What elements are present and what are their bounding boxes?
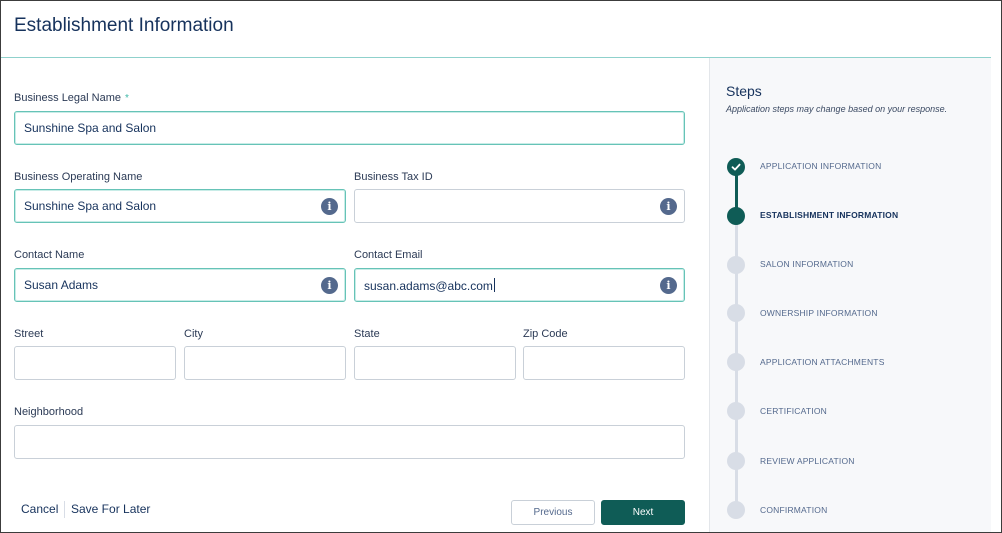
step-6-marker xyxy=(727,402,745,420)
step-2-label: ESTABLISHMENT INFORMATION xyxy=(760,210,899,220)
steps-title: Steps xyxy=(726,83,762,99)
text-caret xyxy=(493,278,495,292)
previous-button[interactable]: Previous xyxy=(511,500,595,525)
step-3-marker xyxy=(727,256,745,274)
business-legal-name-value: Sunshine Spa and Salon xyxy=(24,121,157,135)
business-operating-name-value: Sunshine Spa and Salon xyxy=(24,199,157,213)
contact-email-input[interactable]: susan.adams@abc.com i xyxy=(354,268,685,302)
required-asterisk: * xyxy=(125,93,129,104)
step-5-marker xyxy=(727,353,745,371)
info-icon[interactable]: i xyxy=(660,198,677,215)
steps-panel: Steps Application steps may change based… xyxy=(709,58,991,532)
footer-divider xyxy=(64,501,65,518)
business-tax-id-label: Business Tax ID xyxy=(354,171,433,183)
contact-email-value: susan.adams@abc.com xyxy=(364,279,493,293)
business-legal-name-label-text: Business Legal Name xyxy=(14,92,122,104)
business-operating-name-input[interactable]: Sunshine Spa and Salon i xyxy=(14,189,346,223)
zip-code-label: Zip Code xyxy=(523,328,568,340)
neighborhood-label: Neighborhood xyxy=(14,406,84,418)
contact-name-label: Contact Name xyxy=(14,249,85,261)
step-7-label: REVIEW APPLICATION xyxy=(760,456,855,466)
step-8-marker xyxy=(727,501,745,519)
step-3-label: SALON INFORMATION xyxy=(760,259,854,269)
step-6-label: CERTIFICATION xyxy=(760,406,827,416)
step-8-label: CONFIRMATION xyxy=(760,505,828,515)
street-input[interactable] xyxy=(14,346,176,380)
info-icon[interactable]: i xyxy=(321,277,338,294)
contact-email-label: Contact Email xyxy=(354,249,423,261)
city-input[interactable] xyxy=(184,346,346,380)
city-label: City xyxy=(184,328,203,340)
step-4-label: OWNERSHIP INFORMATION xyxy=(760,308,878,318)
contact-name-value: Susan Adams xyxy=(24,278,99,292)
contact-name-input[interactable]: Susan Adams i xyxy=(14,268,346,302)
app-frame: Establishment Information Business Legal… xyxy=(0,0,1002,533)
contact-email-value-wrap: susan.adams@abc.com xyxy=(364,278,495,293)
step-5-label: APPLICATION ATTACHMENTS xyxy=(760,357,885,367)
info-icon[interactable]: i xyxy=(321,198,338,215)
step-7-marker xyxy=(727,452,745,470)
state-label: State xyxy=(354,328,380,340)
page-title: Establishment Information xyxy=(14,15,234,36)
info-icon[interactable]: i xyxy=(660,277,677,294)
zip-code-input[interactable] xyxy=(523,346,685,380)
state-input[interactable] xyxy=(354,346,516,380)
step-2-marker xyxy=(727,207,745,225)
step-1-marker xyxy=(727,158,745,176)
business-legal-name-label: Business Legal Name * xyxy=(14,92,129,104)
steps-note: Application steps may change based on yo… xyxy=(726,104,948,114)
business-tax-id-input[interactable]: i xyxy=(354,189,685,223)
next-button[interactable]: Next xyxy=(601,500,685,525)
neighborhood-input[interactable] xyxy=(14,425,685,459)
street-label: Street xyxy=(14,328,44,340)
business-legal-name-input[interactable]: Sunshine Spa and Salon xyxy=(14,111,685,145)
cancel-link[interactable]: Cancel xyxy=(21,502,58,516)
step-1-label: APPLICATION INFORMATION xyxy=(760,161,882,171)
save-for-later-link[interactable]: Save For Later xyxy=(71,502,150,516)
business-operating-name-label: Business Operating Name xyxy=(14,171,143,183)
checkmark-icon xyxy=(731,163,741,171)
step-4-marker xyxy=(727,304,745,322)
